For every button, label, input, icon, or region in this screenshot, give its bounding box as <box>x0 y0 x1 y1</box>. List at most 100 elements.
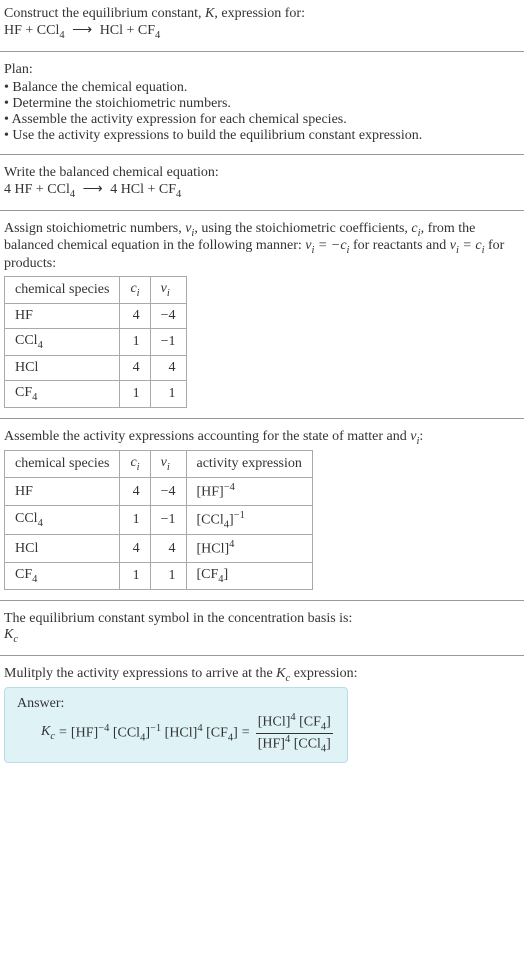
cell-nu: 4 <box>150 355 186 380</box>
react-rhs: HCl + CF <box>100 23 155 38</box>
prompt-text-1: Construct the equilibrium constant, <box>4 6 205 21</box>
base: [HCl] <box>197 542 230 557</box>
cell-c: 1 <box>120 380 150 407</box>
table-row: CF4 1 1 <box>5 380 187 407</box>
cell-nu: 1 <box>150 380 186 407</box>
denominator: [HF]4 [CCl4] <box>256 734 333 754</box>
cell-nu: 1 <box>150 562 186 589</box>
table-row: CCl4 1 −1 <box>5 328 187 355</box>
kc-symbol: Kc <box>4 627 520 645</box>
table-row: HCl 4 4 <box>5 355 187 380</box>
table-row: HF 4 −4 <box>5 303 187 328</box>
reactant-text: HF + CCl4 <box>4 23 65 38</box>
sp: CF <box>15 567 32 582</box>
divider <box>0 655 524 656</box>
arrow-icon: ⟶ <box>68 23 96 38</box>
base: [HF] <box>197 485 224 500</box>
cell-species: CF4 <box>5 380 120 407</box>
activity-table: chemical species ci νi activity expressi… <box>4 450 313 589</box>
exp: −4 <box>224 482 235 493</box>
sub: 4 <box>176 189 181 200</box>
cell-activity: [CCl4]−1 <box>186 505 312 534</box>
sub: c <box>13 634 18 645</box>
col-species: chemical species <box>5 277 120 304</box>
cell-c: 1 <box>120 505 150 534</box>
kc-lhs: Kc <box>41 724 55 742</box>
cell-c: 1 <box>120 562 150 589</box>
final-heading: Mulitply the activity expressions to arr… <box>4 666 520 684</box>
sub: 4 <box>32 574 37 585</box>
plan-item: • Assemble the activity expression for e… <box>4 112 520 128</box>
t2: , using the stoichiometric coefficients, <box>194 221 411 236</box>
cell-nu: −4 <box>150 478 186 506</box>
answer-label: Answer: <box>17 696 335 712</box>
product-text: HCl + CF4 <box>100 23 161 38</box>
balanced-heading: Write the balanced chemical equation: <box>4 165 520 181</box>
activity-heading: Assemble the activity expressions accoun… <box>4 429 520 447</box>
sub: 4 <box>38 518 43 529</box>
col-activity: activity expression <box>186 451 312 478</box>
cell-activity: [CF4] <box>186 562 312 589</box>
cell-species: HCl <box>5 355 120 380</box>
plan-heading: Plan: <box>4 62 520 78</box>
flat-form: [HF]−4 [CCl4]−1 [HCl]4 [CF4] <box>71 723 238 743</box>
fh1: Mulitply the activity expressions to arr… <box>4 666 276 681</box>
plan-item: • Balance the chemical equation. <box>4 80 520 96</box>
answer-box: Answer: Kc = [HF]−4 [CCl4]−1 [HCl]4 [CF4… <box>4 687 348 763</box>
kc-expression: Kc = [HF]−4 [CCl4]−1 [HCl]4 [CF4] = [HCl… <box>17 712 335 754</box>
prompt-section: Construct the equilibrium constant, K, e… <box>0 0 524 47</box>
cell-activity: [HCl]4 <box>186 535 312 563</box>
stoich-table: chemical species ci νi HF 4 −4 CCl4 1 −1… <box>4 276 187 407</box>
sub-4: 4 <box>59 30 64 41</box>
plan-list: • Balance the chemical equation. • Deter… <box>4 80 520 144</box>
bend: ] <box>224 567 229 582</box>
unbalanced-equation: HF + CCl4 ⟶ HCl + CF4 <box>4 22 520 41</box>
divider <box>0 210 524 211</box>
divider <box>0 600 524 601</box>
cell-nu: −1 <box>150 328 186 355</box>
cell-nu: −1 <box>150 505 186 534</box>
final-section: Mulitply the activity expressions to arr… <box>0 660 524 770</box>
cell-c: 1 <box>120 328 150 355</box>
sp: CF <box>15 385 32 400</box>
fraction: [HCl]4 [CF4] [HF]4 [CCl4] <box>256 712 333 754</box>
plan-item: • Use the activity expressions to build … <box>4 128 520 144</box>
t1: Assign stoichiometric numbers, <box>4 221 185 236</box>
cell-activity: [HF]−4 <box>186 478 312 506</box>
kc-basis-section: The equilibrium constant symbol in the c… <box>0 605 524 651</box>
cell-c: 4 <box>120 355 150 380</box>
cell-species: HF <box>5 303 120 328</box>
equals: = <box>242 725 250 741</box>
col-nu: νi <box>150 277 186 304</box>
sub: 4 <box>32 392 37 403</box>
plan-section: Plan: • Balance the chemical equation. •… <box>0 56 524 150</box>
cell-c: 4 <box>120 478 150 506</box>
kc: Kc <box>4 627 18 642</box>
cell-c: 4 <box>120 303 150 328</box>
divider <box>0 418 524 419</box>
cell-species: HCl <box>5 535 120 563</box>
cell-nu: 4 <box>150 535 186 563</box>
plan-item: • Determine the stoichiometric numbers. <box>4 96 520 112</box>
cell-nu: −4 <box>150 303 186 328</box>
balanced-section: Write the balanced chemical equation: 4 … <box>0 159 524 206</box>
table-row: HCl 4 4 [HCl]4 <box>5 535 313 563</box>
activity-section: Assemble the activity expressions accoun… <box>0 423 524 596</box>
cell-species: HF <box>5 478 120 506</box>
base: [CF <box>197 567 219 582</box>
nu-var: νi <box>185 221 194 236</box>
exp: 4 <box>229 539 234 550</box>
table-row: HF 4 −4 [HF]−4 <box>5 478 313 506</box>
table-row: CF4 1 1 [CF4] <box>5 562 313 589</box>
prompt-line-1: Construct the equilibrium constant, K, e… <box>4 6 520 22</box>
c-var: ci <box>411 221 420 236</box>
col-nu: νi <box>150 451 186 478</box>
base: [CCl <box>197 512 224 527</box>
k: K <box>276 666 285 681</box>
col-c: ci <box>120 451 150 478</box>
sub-4b: 4 <box>155 30 160 41</box>
arrow-icon: ⟶ <box>79 182 107 197</box>
stoich-text: Assign stoichiometric numbers, νi, using… <box>4 221 520 273</box>
col-species: chemical species <box>5 451 120 478</box>
kc-var: Kc <box>276 666 290 681</box>
